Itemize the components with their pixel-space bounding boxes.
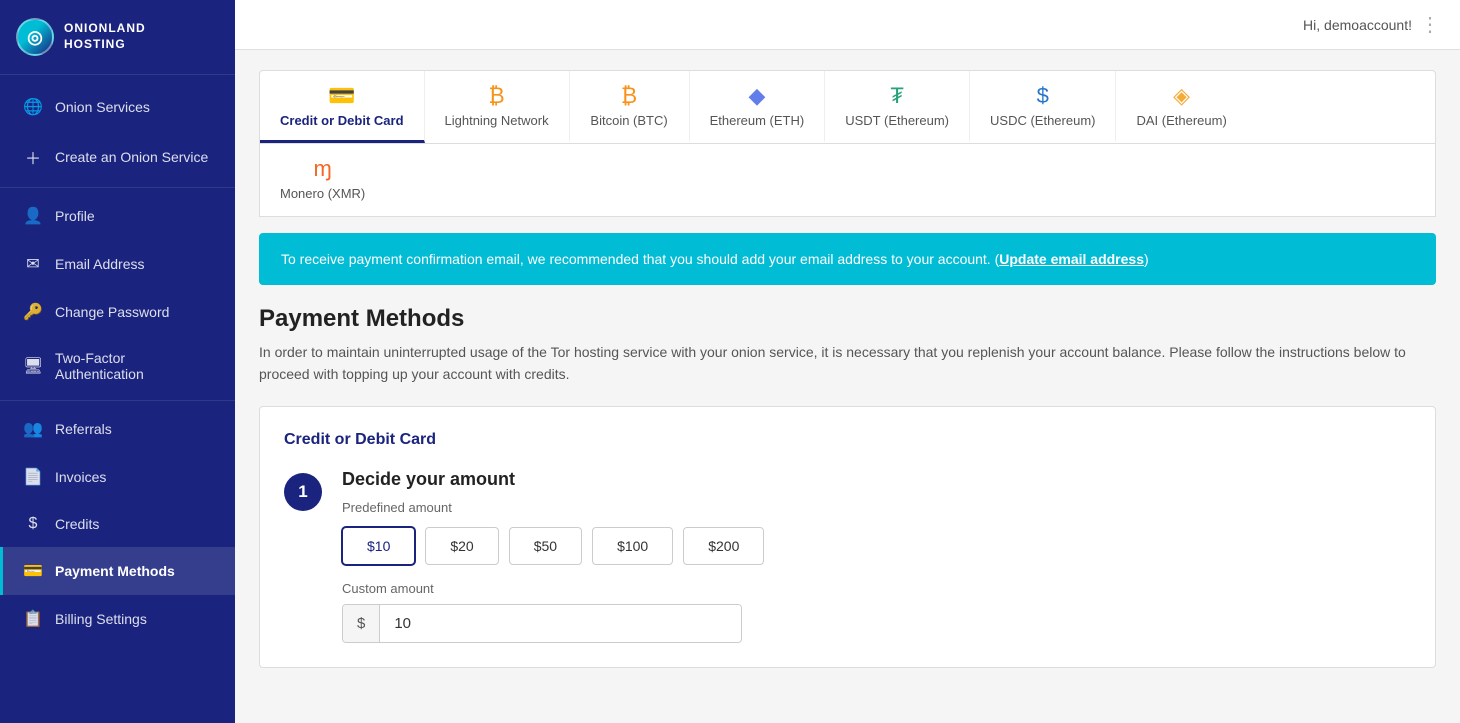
- amount-buttons: $10 $20 $50 $100 $200: [342, 527, 1411, 565]
- usdt-icon: ₮: [890, 83, 903, 109]
- topbar-menu-icon[interactable]: ⋮: [1420, 12, 1440, 37]
- globe-icon: 🌐: [23, 97, 43, 117]
- card-title: Credit or Debit Card: [284, 431, 1411, 449]
- currency-prefix: $: [343, 605, 380, 642]
- step-1-row: 1 Decide your amount Predefined amount $…: [284, 469, 1411, 643]
- amount-btn-100[interactable]: $100: [592, 527, 673, 565]
- card-icon: 💳: [328, 83, 355, 109]
- predefined-amount-label: Predefined amount: [342, 500, 1411, 515]
- profile-icon: 👤: [23, 206, 43, 226]
- logo-text: ONIONLAND HOSTING: [64, 21, 146, 52]
- sidebar-item-email[interactable]: ✉ Email Address: [0, 240, 235, 288]
- sidebar-item-payment-methods[interactable]: 💳 Payment Methods: [0, 547, 235, 595]
- eth-icon: ◆: [748, 83, 765, 109]
- invoices-icon: 📄: [23, 467, 43, 487]
- step-1-content: Decide your amount Predefined amount $10…: [342, 469, 1411, 643]
- tab-monero[interactable]: ɱ Monero (XMR): [260, 144, 385, 216]
- main-area: Hi, demoaccount! ⋮ 💳 Credit or Debit Car…: [235, 0, 1460, 723]
- referrals-icon: 👥: [23, 419, 43, 439]
- tab-usdt[interactable]: ₮ USDT (Ethereum): [825, 71, 970, 143]
- alert-banner: To receive payment confirmation email, w…: [259, 233, 1436, 285]
- tab-ethereum[interactable]: ◆ Ethereum (ETH): [690, 71, 826, 143]
- payment-icon: 💳: [23, 561, 43, 581]
- sidebar-item-invoices[interactable]: 📄 Invoices: [0, 453, 235, 501]
- tab-credit-debit[interactable]: 💳 Credit or Debit Card: [260, 71, 425, 143]
- page-description: In order to maintain uninterrupted usage…: [259, 341, 1436, 386]
- tab-dai[interactable]: ◈ DAI (Ethereum): [1116, 71, 1246, 143]
- topbar: Hi, demoaccount! ⋮: [235, 0, 1460, 50]
- sidebar-item-change-password[interactable]: 🔑 Change Password: [0, 288, 235, 336]
- page-title: Payment Methods: [259, 305, 1436, 333]
- sidebar-item-create-onion[interactable]: ＋ Create an Onion Service: [0, 131, 235, 183]
- bitcoin-icon: ₿: [621, 83, 637, 109]
- amount-btn-10[interactable]: $10: [342, 527, 415, 565]
- custom-amount-label: Custom amount: [342, 581, 1411, 596]
- usdc-icon: $: [1037, 83, 1049, 109]
- logo-icon: ◎: [16, 18, 54, 56]
- sidebar-item-two-factor[interactable]: 🖥 Two-Factor Authentication: [0, 336, 235, 396]
- tab-usdc[interactable]: $ USDC (Ethereum): [970, 71, 1116, 143]
- tab-bitcoin[interactable]: ₿ Bitcoin (BTC): [570, 71, 690, 143]
- sidebar-item-billing-settings[interactable]: 📋 Billing Settings: [0, 595, 235, 643]
- xmr-icon: ɱ: [313, 156, 331, 182]
- lightning-icon: ₿: [488, 83, 504, 109]
- logo-area: ◎ ONIONLAND HOSTING: [0, 0, 235, 75]
- credits-icon: $: [23, 515, 43, 533]
- update-email-link[interactable]: Update email address: [999, 251, 1144, 267]
- twofa-icon: 🖥: [23, 356, 43, 376]
- billing-icon: 📋: [23, 609, 43, 629]
- payment-tabs-row1: 💳 Credit or Debit Card ₿ Lightning Netwo…: [259, 70, 1436, 144]
- sidebar: ◎ ONIONLAND HOSTING 🌐 Onion Services ＋ C…: [0, 0, 235, 723]
- step-1-badge: 1: [284, 473, 322, 511]
- greeting-text: Hi, demoaccount!: [1303, 17, 1412, 33]
- tab-lightning[interactable]: ₿ Lightning Network: [425, 71, 570, 143]
- amount-btn-200[interactable]: $200: [683, 527, 764, 565]
- sidebar-item-referrals[interactable]: 👥 Referrals: [0, 405, 235, 453]
- custom-amount-input[interactable]: [380, 605, 741, 642]
- payment-card: Credit or Debit Card 1 Decide your amoun…: [259, 406, 1436, 668]
- sidebar-item-onion-services[interactable]: 🌐 Onion Services: [0, 83, 235, 131]
- plus-icon: ＋: [23, 145, 43, 169]
- sidebar-nav: 🌐 Onion Services ＋ Create an Onion Servi…: [0, 75, 235, 651]
- custom-amount-row: $: [342, 604, 742, 643]
- payment-tabs-row2: ɱ Monero (XMR): [259, 144, 1436, 217]
- content-area: 💳 Credit or Debit Card ₿ Lightning Netwo…: [235, 50, 1460, 723]
- dai-icon: ◈: [1173, 83, 1190, 109]
- sidebar-item-credits[interactable]: $ Credits: [0, 501, 235, 547]
- sidebar-item-profile[interactable]: 👤 Profile: [0, 192, 235, 240]
- key-icon: 🔑: [23, 302, 43, 322]
- step-1-title: Decide your amount: [342, 469, 1411, 490]
- email-icon: ✉: [23, 254, 43, 274]
- amount-btn-20[interactable]: $20: [425, 527, 498, 565]
- amount-btn-50[interactable]: $50: [509, 527, 582, 565]
